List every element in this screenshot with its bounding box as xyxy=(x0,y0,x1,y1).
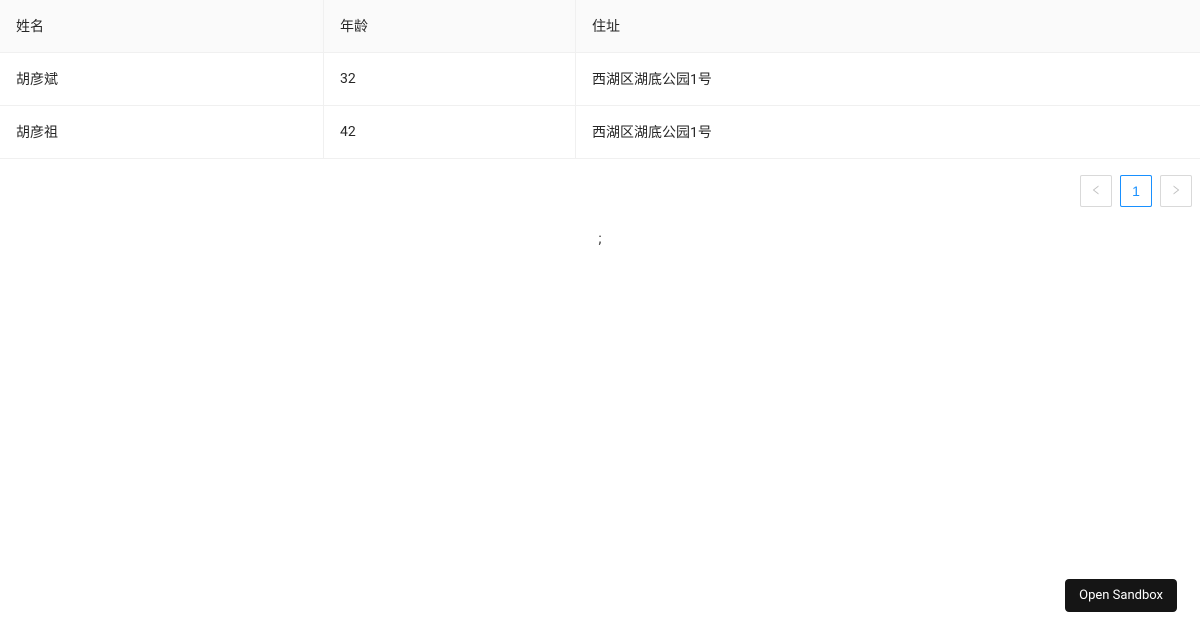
cell-name: 胡彦斌 xyxy=(0,53,324,106)
chevron-left-icon xyxy=(1090,183,1102,199)
pagination-next-button[interactable] xyxy=(1160,175,1192,207)
cell-address: 西湖区湖底公园1号 xyxy=(576,53,1200,106)
table-header: 姓名 年龄 住址 xyxy=(0,0,1200,53)
chevron-right-icon xyxy=(1170,183,1182,199)
table-container: 姓名 年龄 住址 胡彦斌 32 西湖区湖底公园1号 胡彦祖 42 西湖区湖底公园… xyxy=(0,0,1200,207)
stray-text: ; xyxy=(0,231,1200,247)
column-header-age[interactable]: 年龄 xyxy=(324,0,576,53)
table-body: 胡彦斌 32 西湖区湖底公园1号 胡彦祖 42 西湖区湖底公园1号 xyxy=(0,53,1200,159)
data-table: 姓名 年龄 住址 胡彦斌 32 西湖区湖底公园1号 胡彦祖 42 西湖区湖底公园… xyxy=(0,0,1200,159)
cell-age: 42 xyxy=(324,106,576,159)
pagination: 1 xyxy=(0,159,1200,207)
open-sandbox-button[interactable]: Open Sandbox xyxy=(1065,579,1177,612)
cell-name: 胡彦祖 xyxy=(0,106,324,159)
table-row: 胡彦斌 32 西湖区湖底公园1号 xyxy=(0,53,1200,106)
column-header-name[interactable]: 姓名 xyxy=(0,0,324,53)
column-header-address[interactable]: 住址 xyxy=(576,0,1200,53)
cell-address: 西湖区湖底公园1号 xyxy=(576,106,1200,159)
table-header-row: 姓名 年龄 住址 xyxy=(0,0,1200,53)
cell-age: 32 xyxy=(324,53,576,106)
pagination-page-1-button[interactable]: 1 xyxy=(1120,175,1152,207)
pagination-prev-button[interactable] xyxy=(1080,175,1112,207)
table-row: 胡彦祖 42 西湖区湖底公园1号 xyxy=(0,106,1200,159)
